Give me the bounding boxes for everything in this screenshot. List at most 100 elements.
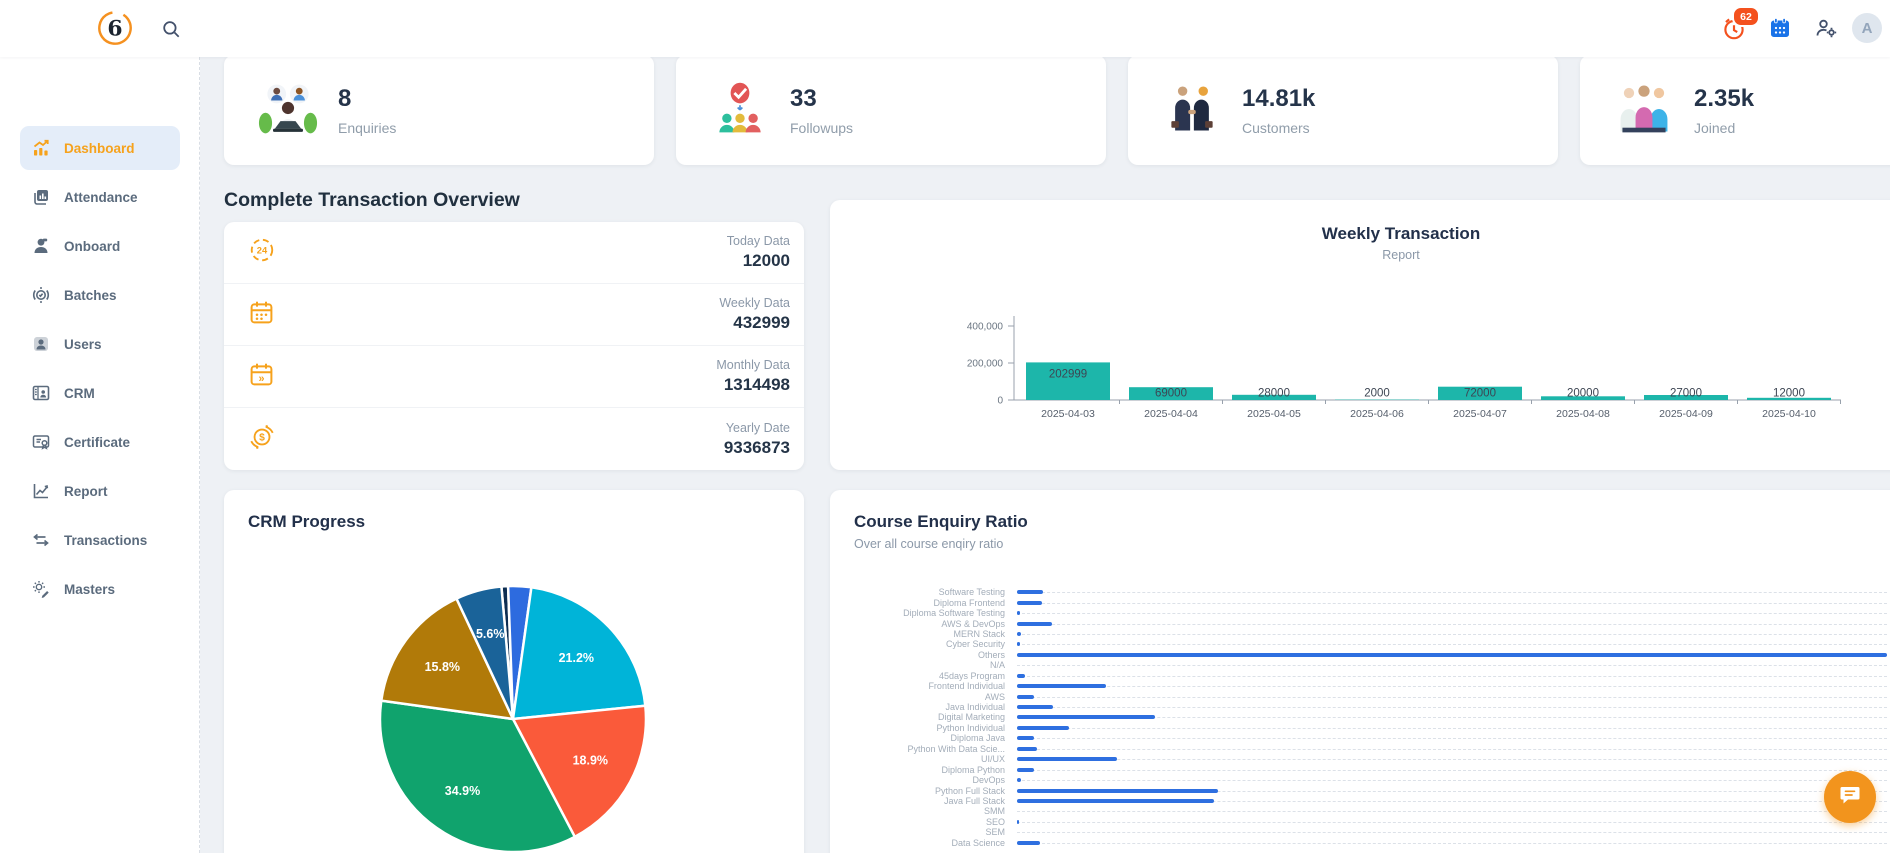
weekly-transaction-card: 0 200,000 400,000 202999 2025-04-03 69000 2025… [830, 200, 1890, 470]
notification-badge: 62 [1732, 6, 1760, 27]
course-bar-label: Diploma Java [950, 733, 1005, 744]
calendar-icon[interactable] [1768, 16, 1792, 40]
today-24h-icon: 24 [248, 236, 276, 269]
yearly-currency-icon: $ [248, 423, 276, 456]
certificate-icon [31, 432, 51, 452]
transaction-overview-card: 24 Today Data 12000 Weekly Data 432999 »… [224, 222, 804, 470]
svg-text:2000: 2000 [1364, 388, 1390, 400]
course-bar-row: Diploma Java [830, 733, 1890, 743]
svg-text:24: 24 [257, 246, 268, 256]
sidebar-item-label: CRM [64, 385, 95, 401]
crm-pie-chart: 21.2% 18.9% 34.9% 15.8% 5.6% [224, 490, 804, 853]
sidebar-item-dashboard[interactable]: Dashboard [20, 126, 180, 170]
app-logo[interactable]: 6 [96, 9, 134, 47]
svg-text:2025-04-08: 2025-04-08 [1556, 408, 1610, 420]
course-bar-label: Software Testing [938, 587, 1005, 598]
stat-value: 2.35k [1694, 84, 1755, 112]
course-bar-label: 45days Program [938, 670, 1005, 681]
crm-icon [31, 383, 51, 403]
users-icon [31, 334, 51, 354]
svg-text:202999: 202999 [1049, 368, 1087, 380]
course-bar-label: Diploma Frontend [933, 597, 1005, 608]
notification-bell-icon[interactable]: 62 [1720, 6, 1760, 44]
avatar[interactable]: A [1852, 13, 1882, 43]
main-content: 8 Enquiries 33 Followups 14.81k Customer… [200, 57, 1890, 853]
joined-illustration [1614, 81, 1674, 140]
onboard-icon [31, 236, 51, 256]
monthly-calendar-icon: » [248, 361, 275, 393]
sidebar-item-report[interactable]: Report [20, 469, 180, 513]
chat-fab-button[interactable] [1824, 771, 1876, 823]
masters-icon [31, 579, 51, 599]
sidebar-item-label: Attendance [64, 189, 138, 205]
course-bar-label: Diploma Python [941, 764, 1005, 775]
sidebar: Dashboard Attendance Onboard Batches Use… [0, 57, 200, 853]
transactions-icon [31, 530, 51, 550]
svg-text:2025-04-10: 2025-04-10 [1762, 408, 1816, 420]
course-bar [1017, 684, 1106, 689]
sidebar-menu: Dashboard Attendance Onboard Batches Use… [0, 57, 199, 611]
sidebar-item-onboard[interactable]: Onboard [20, 224, 180, 268]
sidebar-item-masters[interactable]: Masters [20, 567, 180, 611]
course-bar [1017, 600, 1042, 605]
enquiries-illustration [258, 81, 318, 140]
stat-value: 8 [338, 84, 352, 112]
course-bar-label: DevOps [972, 775, 1005, 786]
stat-value: 14.81k [1242, 84, 1316, 112]
course-bar-row: N/A [830, 660, 1890, 670]
chat-icon [1838, 783, 1862, 812]
course-bar-label: N/A [989, 660, 1005, 671]
sidebar-item-transactions[interactable]: Transactions [20, 518, 180, 562]
transaction-row-label: Yearly Date [725, 420, 790, 435]
topbar: 6 62 A [0, 0, 1890, 57]
transaction-row-value: 9336873 [723, 437, 790, 457]
svg-text:2025-04-06: 2025-04-06 [1350, 408, 1404, 420]
course-bar-label: AWS [984, 691, 1005, 702]
sidebar-item-label: Onboard [64, 238, 121, 254]
course-bar-row: Python Full Stack [830, 785, 1890, 796]
user-settings-icon[interactable] [1814, 16, 1838, 40]
transaction-row: 24 Today Data 12000 [224, 222, 804, 284]
attendance-icon [31, 187, 51, 207]
stat-label: Joined [1694, 119, 1736, 136]
weekly-chart-title: Weekly Transaction [1321, 224, 1481, 243]
stat-label: Customers [1242, 119, 1310, 136]
course-bar [1017, 736, 1034, 741]
sidebar-item-crm[interactable]: CRM [20, 371, 180, 415]
course-bar [1017, 819, 1019, 824]
transaction-row-label: Monthly Data [716, 358, 790, 372]
sidebar-item-label: Certificate [64, 434, 131, 450]
course-bar-label: Python Individual [936, 722, 1005, 733]
stat-card-customers: 14.81k Customers [1128, 57, 1558, 165]
svg-text:12000: 12000 [1773, 388, 1805, 400]
sidebar-item-users[interactable]: Users [20, 322, 180, 366]
svg-text:18.9%: 18.9% [573, 754, 608, 768]
sidebar-item-certificate[interactable]: Certificate [20, 420, 180, 464]
sidebar-item-batches[interactable]: Batches [20, 273, 180, 317]
sidebar-item-attendance[interactable]: Attendance [20, 175, 180, 219]
course-bar [1017, 642, 1020, 647]
course-bar-chart: Software Testing Diploma Frontend Diplom… [830, 587, 1890, 848]
course-bar-row: SMM [830, 806, 1890, 816]
course-bar-row: SEO [830, 817, 1890, 827]
transaction-row: $ Yearly Date 9336873 [224, 408, 804, 470]
sidebar-item-label: Transactions [64, 532, 148, 548]
course-bar-row: UI/UX [830, 754, 1890, 764]
course-bar [1017, 725, 1069, 730]
course-bar [1017, 621, 1052, 626]
course-chart-subtitle: Over all course enqiry ratio [854, 537, 1004, 551]
course-bar-row: Diploma Software Testing [830, 608, 1890, 618]
search-icon[interactable] [160, 18, 182, 40]
transaction-row: » Monthly Data 1314498 [224, 346, 804, 408]
course-bar-row: SEM [830, 827, 1890, 837]
course-bar [1017, 652, 1887, 657]
crm-chart-title: CRM Progress [248, 512, 366, 531]
sidebar-item-label: Report [64, 483, 108, 499]
course-bar-label: SMM [984, 806, 1005, 817]
svg-text:2025-04-05: 2025-04-05 [1247, 408, 1301, 420]
transaction-row-value: 432999 [733, 313, 790, 332]
svg-text:20000: 20000 [1567, 388, 1599, 400]
svg-text:»: » [259, 373, 265, 385]
customers-illustration [1162, 81, 1222, 140]
svg-text:2025-04-09: 2025-04-09 [1659, 408, 1713, 420]
